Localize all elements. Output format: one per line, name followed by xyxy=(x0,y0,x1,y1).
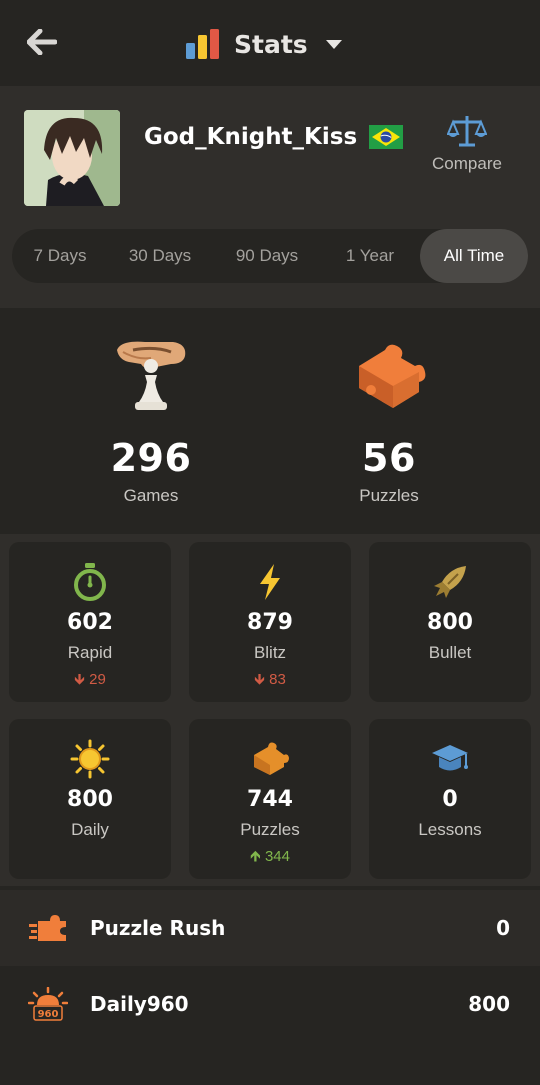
rating-card-blitz[interactable]: 879 Blitz 🡻 83 xyxy=(189,542,351,702)
username-row: God_Knight_Kiss xyxy=(144,124,404,150)
range-30-days[interactable]: 30 Days xyxy=(108,229,212,283)
bottom-spacer xyxy=(0,1042,540,1085)
compare-button[interactable]: Compare xyxy=(412,114,522,174)
puzzle-rush-value: 0 xyxy=(496,916,510,940)
page-title: Stats xyxy=(234,29,308,59)
daily-rating: 800 xyxy=(67,787,113,812)
arrow-down-icon: 🡻 xyxy=(254,671,270,688)
range-7-days[interactable]: 7 Days xyxy=(12,229,108,283)
range-1-year[interactable]: 1 Year xyxy=(322,229,418,283)
rapid-delta-value: 29 xyxy=(89,671,106,688)
puzzles-summary[interactable]: 56 Puzzles xyxy=(289,338,489,506)
games-count: 296 xyxy=(110,436,192,480)
sun-icon xyxy=(70,739,110,779)
pawn-hand-icon xyxy=(117,341,186,410)
brazil-flag-icon xyxy=(369,125,404,149)
puzzle-icon xyxy=(254,742,289,775)
range-90-days[interactable]: 90 Days xyxy=(212,229,322,283)
rapid-rating: 602 xyxy=(67,610,113,635)
back-button[interactable] xyxy=(24,24,60,60)
range-all-time[interactable]: All Time xyxy=(420,229,528,283)
daily-label: Daily xyxy=(71,820,109,839)
profile-section: God_Knight_Kiss Compare 7 Days 30 Days 9… xyxy=(0,86,540,308)
games-summary[interactable]: 296 Games xyxy=(51,338,251,506)
time-range-selector: 7 Days 30 Days 90 Days 1 Year All Time xyxy=(12,229,528,283)
scales-icon xyxy=(447,116,487,147)
caret-down-icon xyxy=(325,39,342,49)
blitz-delta-value: 83 xyxy=(269,671,286,688)
rating-card-lessons[interactable]: 0 Lessons xyxy=(369,719,531,879)
stats-dropdown[interactable]: Stats xyxy=(184,24,342,64)
graduation-cap-icon xyxy=(432,745,468,771)
rating-card-puzzles[interactable]: 744 Puzzles 🡹 344 xyxy=(189,719,351,879)
puzzles-rating: 744 xyxy=(247,787,293,812)
lightning-icon xyxy=(260,564,280,600)
bar-chart-icon xyxy=(186,29,219,59)
games-label: Games xyxy=(123,486,179,505)
blitz-rating: 879 xyxy=(247,610,293,635)
bullet-icon xyxy=(434,566,466,598)
rapid-delta: 🡻 29 xyxy=(9,669,171,694)
avatar-image xyxy=(24,110,120,206)
lessons-count: 0 xyxy=(442,787,458,812)
blitz-delta: 🡻 83 xyxy=(189,669,351,694)
arrow-up-icon: 🡹 xyxy=(250,848,265,865)
bullet-label: Bullet xyxy=(428,643,472,662)
rating-card-bullet[interactable]: 800 Bullet xyxy=(369,542,531,702)
username[interactable]: God_Knight_Kiss xyxy=(144,124,357,150)
rating-card-daily[interactable]: 800 Daily xyxy=(9,719,171,879)
ratings-grid: 602 Rapid 🡻 29 879 Blitz 🡻 83 800 Bullet xyxy=(0,534,540,886)
blitz-label: Blitz xyxy=(253,643,287,662)
puzzles-delta-value: 344 xyxy=(264,848,290,865)
puzzles-delta: 🡹 344 xyxy=(189,846,351,871)
puzzles-count: 56 xyxy=(362,436,416,480)
bullet-rating: 800 xyxy=(427,610,473,635)
arrow-down-icon: 🡻 xyxy=(74,671,90,688)
top-bar: Stats xyxy=(0,0,540,86)
daily960-value: 800 xyxy=(468,992,510,1016)
summary-section: 296 Games 56 Puzzles xyxy=(0,308,540,534)
puzzle-rush-icon xyxy=(29,915,66,941)
puzzles-label: Puzzles xyxy=(240,820,300,839)
daily960-label: Daily960 xyxy=(90,992,189,1016)
compare-label: Compare xyxy=(432,154,502,173)
stopwatch-icon xyxy=(74,563,106,601)
rating-card-rapid[interactable]: 602 Rapid 🡻 29 xyxy=(9,542,171,702)
puzzle-piece-icon xyxy=(359,344,426,408)
puzzles-label: Puzzles xyxy=(359,486,419,505)
rapid-label: Rapid xyxy=(67,643,113,662)
arrow-left-icon xyxy=(27,29,57,55)
lessons-label: Lessons xyxy=(418,820,482,839)
daily960-badge: 960 xyxy=(38,1009,59,1020)
list-item-daily960[interactable]: 960 Daily960 800 xyxy=(0,966,540,1042)
daily960-icon: 960 xyxy=(28,987,68,1021)
puzzle-rush-label: Puzzle Rush xyxy=(90,916,226,940)
avatar[interactable] xyxy=(24,110,120,206)
list-item-puzzle-rush[interactable]: Puzzle Rush 0 xyxy=(0,890,540,966)
